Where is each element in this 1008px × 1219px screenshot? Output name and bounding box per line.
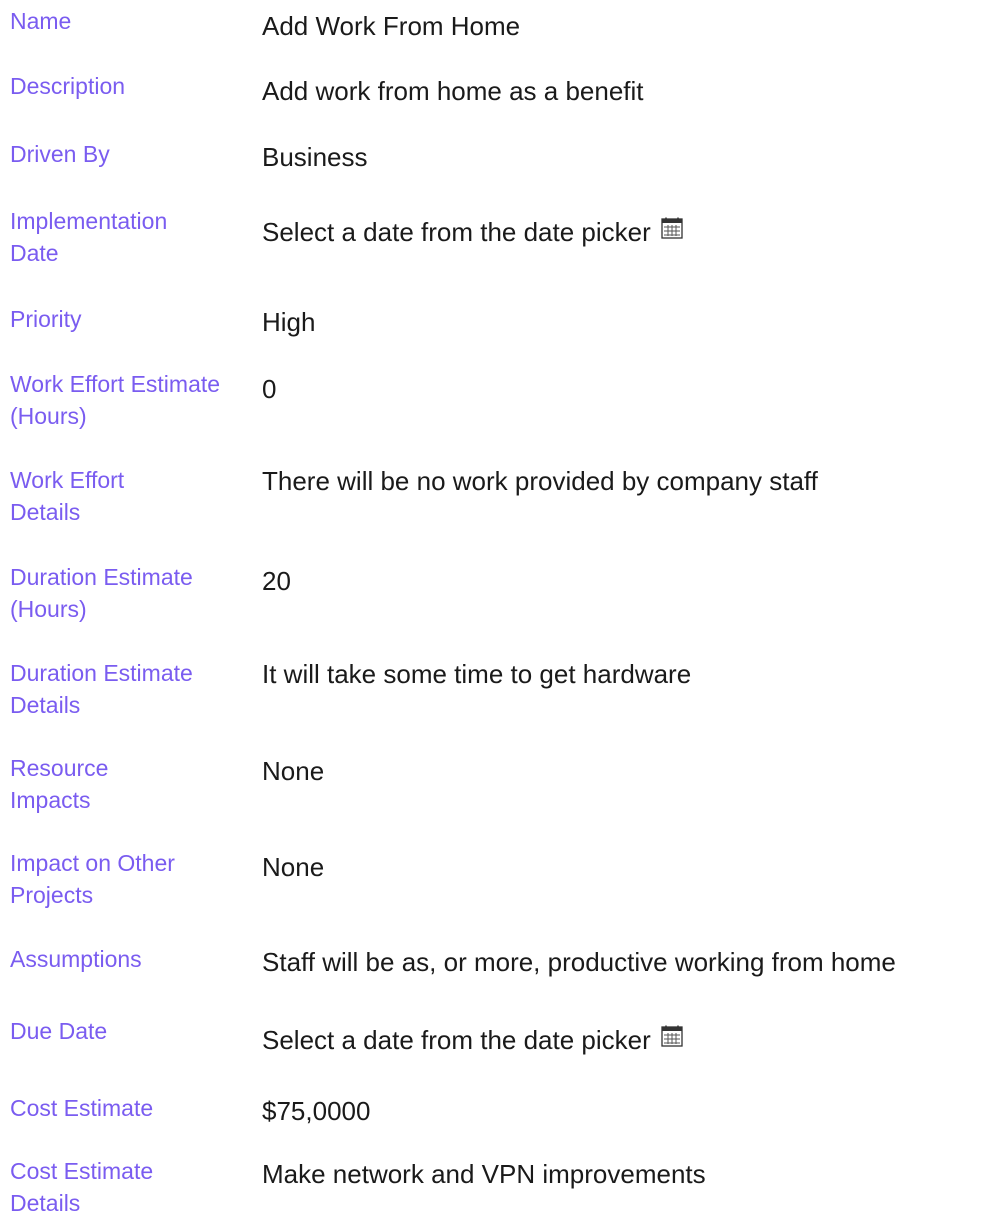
field-label: Work Effort Details — [10, 467, 125, 525]
field-value: It will take some time to get hardware — [262, 659, 692, 689]
field-label: Duration Estimate Details — [10, 660, 193, 718]
field-value: Make network and VPN improvements — [262, 1159, 706, 1189]
field-value: High — [262, 307, 316, 337]
due-date-input[interactable]: Select a date from the date picker — [262, 1023, 683, 1057]
field-label: Cost Estimate — [10, 1095, 154, 1121]
date-placeholder: Select a date from the date picker — [262, 1025, 651, 1055]
field-label: Impact on Other Projects — [10, 850, 175, 908]
calendar-icon[interactable] — [661, 217, 683, 239]
field-value: 0 — [262, 374, 277, 404]
field-value: None — [262, 852, 325, 882]
field-value: $75,0000 — [262, 1096, 371, 1126]
field-label: Implementation Date — [10, 208, 168, 266]
field-label: Duration Estimate (Hours) — [10, 564, 193, 622]
field-label: Resource Impacts — [10, 755, 109, 813]
field-label: Assumptions — [10, 946, 142, 972]
date-placeholder: Select a date from the date picker — [262, 217, 651, 247]
field-value: 20 — [262, 566, 291, 596]
field-label: Driven By — [10, 141, 110, 167]
field-value: Add work from home as a benefit — [262, 76, 644, 106]
field-value: None — [262, 756, 325, 786]
field-label: Cost Estimate Details — [10, 1158, 154, 1216]
field-value: There will be no work provided by compan… — [262, 466, 818, 496]
implementation-date-input[interactable]: Select a date from the date picker — [262, 215, 683, 249]
field-value: Staff will be as, or more, productive wo… — [262, 947, 896, 977]
field-label: Description — [10, 73, 126, 99]
field-label: Work Effort Estimate (Hours) — [10, 371, 221, 429]
field-label: Name — [10, 8, 72, 34]
field-value: Business — [262, 142, 368, 172]
calendar-icon[interactable] — [661, 1025, 683, 1047]
field-label: Priority — [10, 306, 82, 332]
field-label: Due Date — [10, 1018, 108, 1044]
field-value: Add Work From Home — [262, 11, 521, 41]
